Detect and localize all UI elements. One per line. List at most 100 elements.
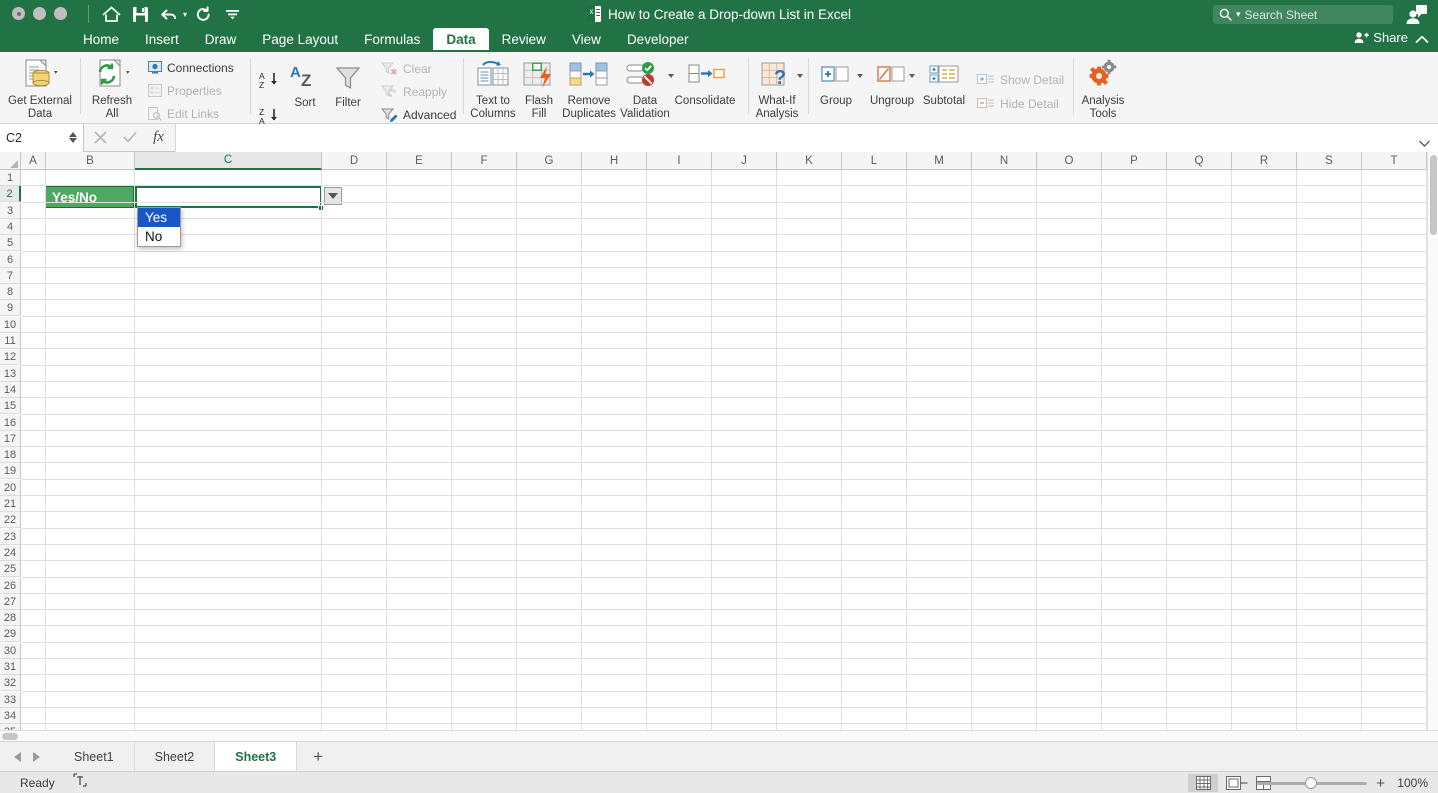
horizontal-scrollbar-thumb[interactable]: [2, 733, 18, 740]
undo-icon[interactable]: [156, 1, 182, 27]
zoom-in-button[interactable]: +: [1376, 776, 1385, 791]
row-header-2[interactable]: 2: [0, 186, 21, 202]
subtotal-button[interactable]: Subtotal: [916, 56, 972, 108]
column-header-Q[interactable]: Q: [1167, 152, 1232, 170]
row-header-4[interactable]: 4: [0, 219, 21, 235]
spreadsheet-grid[interactable]: ABCDEFGHIJKLMNOPQRST 1 2 3 4 5 6 7 8 9 10 11 12 13 14…: [0, 152, 1438, 741]
row-header-29[interactable]: 29: [0, 626, 21, 642]
row-header-3[interactable]: 3: [0, 203, 21, 219]
zoom-out-button[interactable]: −: [1239, 776, 1248, 791]
row-header-32[interactable]: 32: [0, 675, 21, 691]
zoom-slider[interactable]: [1257, 774, 1368, 792]
analysis-tools-button[interactable]: Analysis Tools: [1076, 56, 1130, 120]
row-header-5[interactable]: 5: [0, 235, 21, 251]
row-header-22[interactable]: 22: [0, 512, 21, 528]
row-header-6[interactable]: 6: [0, 252, 21, 268]
cell-B2[interactable]: Yes/No: [45, 186, 134, 208]
tab-draw[interactable]: Draw: [192, 28, 250, 50]
vertical-scrollbar[interactable]: [1427, 152, 1438, 741]
cell-C2[interactable]: [135, 186, 322, 208]
column-header-C[interactable]: C: [135, 152, 322, 170]
tab-insert[interactable]: Insert: [132, 28, 192, 50]
data-validation-dropdown[interactable]: Yes No: [137, 207, 181, 247]
sheet-tab-sheet1[interactable]: Sheet1: [54, 742, 135, 771]
formula-input[interactable]: [175, 123, 1438, 152]
refresh-all-button[interactable]: Refresh All: [82, 56, 142, 120]
select-all-button[interactable]: [0, 152, 21, 170]
zoom-level[interactable]: 100%: [1394, 776, 1428, 790]
window-controls[interactable]: [12, 7, 67, 20]
connections-button[interactable]: Connections: [148, 61, 234, 75]
column-header-P[interactable]: P: [1102, 152, 1167, 170]
row-header-18[interactable]: 18: [0, 447, 21, 463]
customize-qat-icon[interactable]: [219, 1, 245, 27]
row-header-23[interactable]: 23: [0, 529, 21, 545]
row-header-7[interactable]: 7: [0, 268, 21, 284]
column-header-M[interactable]: M: [907, 152, 972, 170]
close-window-button[interactable]: [12, 7, 25, 20]
confirm-icon[interactable]: [115, 124, 144, 152]
cancel-icon[interactable]: [86, 124, 115, 152]
what-if-dropdown-icon[interactable]: [797, 74, 803, 78]
collapse-ribbon-icon[interactable]: [1415, 31, 1429, 49]
row-header-31[interactable]: 31: [0, 659, 21, 675]
horizontal-scrollbar[interactable]: [0, 730, 1438, 741]
column-header-D[interactable]: D: [322, 152, 387, 170]
formula-bar-expand-icon[interactable]: [1419, 134, 1430, 152]
column-header-K[interactable]: K: [777, 152, 842, 170]
share-button[interactable]: Share: [1354, 30, 1408, 45]
row-header-21[interactable]: 21: [0, 496, 21, 512]
column-header-H[interactable]: H: [582, 152, 647, 170]
row-header-13[interactable]: 13: [0, 366, 21, 382]
column-header-N[interactable]: N: [972, 152, 1037, 170]
redo-icon[interactable]: [190, 1, 216, 27]
row-header-20[interactable]: 20: [0, 480, 21, 496]
tab-page-layout[interactable]: Page Layout: [249, 28, 351, 50]
text-to-columns-button[interactable]: Text to Columns: [466, 56, 520, 120]
row-header-15[interactable]: 15: [0, 398, 21, 414]
row-header-9[interactable]: 9: [0, 300, 21, 316]
column-header-G[interactable]: G: [517, 152, 582, 170]
next-sheet-icon[interactable]: [33, 751, 40, 762]
remove-duplicates-button[interactable]: Remove Duplicates: [558, 56, 620, 120]
flash-fill-button[interactable]: Flash Fill: [516, 56, 562, 120]
dropdown-option-no[interactable]: No: [138, 227, 180, 246]
group-button[interactable]: Group: [812, 56, 860, 108]
row-header-12[interactable]: 12: [0, 349, 21, 365]
maximize-window-button[interactable]: [54, 7, 67, 20]
row-header-17[interactable]: 17: [0, 431, 21, 447]
row-header-30[interactable]: 30: [0, 643, 21, 659]
data-validation-button[interactable]: Data Validation: [618, 56, 672, 120]
dropdown-option-yes[interactable]: Yes: [138, 208, 180, 227]
save-icon[interactable]: [127, 1, 153, 27]
ungroup-dropdown-icon[interactable]: [909, 74, 915, 78]
undo-dropdown-icon[interactable]: ▾: [183, 10, 187, 19]
row-header-11[interactable]: 11: [0, 333, 21, 349]
column-header-E[interactable]: E: [387, 152, 452, 170]
tab-formulas[interactable]: Formulas: [351, 28, 433, 50]
ungroup-button[interactable]: Ungroup: [864, 56, 920, 108]
column-header-F[interactable]: F: [452, 152, 517, 170]
insert-function-icon[interactable]: fx: [144, 124, 173, 152]
sort-button[interactable]: AZ Sort: [281, 58, 329, 110]
row-header-1[interactable]: 1: [0, 170, 21, 186]
tab-data[interactable]: Data: [433, 28, 489, 50]
normal-view-button[interactable]: [1188, 774, 1218, 792]
row-header-26[interactable]: 26: [0, 578, 21, 594]
column-header-A[interactable]: A: [21, 152, 46, 170]
sheet-tab-sheet2[interactable]: Sheet2: [135, 742, 216, 771]
row-header-34[interactable]: 34: [0, 708, 21, 724]
home-icon[interactable]: [98, 1, 124, 27]
minimize-window-button[interactable]: [33, 7, 46, 20]
row-header-28[interactable]: 28: [0, 610, 21, 626]
row-header-10[interactable]: 10: [0, 317, 21, 333]
column-header-O[interactable]: O: [1037, 152, 1102, 170]
column-header-T[interactable]: T: [1362, 152, 1427, 170]
row-header-27[interactable]: 27: [0, 594, 21, 610]
filter-button[interactable]: Filter: [325, 58, 371, 110]
tab-view[interactable]: View: [559, 28, 614, 50]
row-header-8[interactable]: 8: [0, 284, 21, 300]
group-dropdown-icon[interactable]: [857, 74, 863, 78]
add-sheet-button[interactable]: +: [297, 742, 339, 771]
row-header-14[interactable]: 14: [0, 382, 21, 398]
